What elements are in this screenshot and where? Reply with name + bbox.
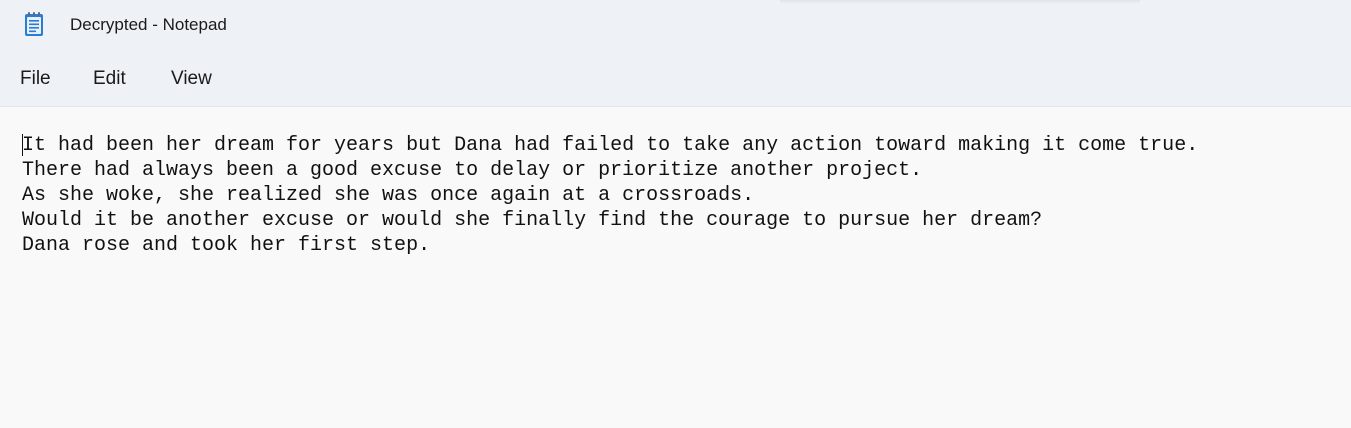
notepad-window: Decrypted - Notepad File Edit View It ha… [0, 0, 1351, 428]
title-bar[interactable]: Decrypted - Notepad [0, 0, 1351, 50]
text-line-4: Would it be another excuse or would she … [22, 209, 1043, 232]
text-line-5: Dana rose and took her first step. [22, 234, 431, 257]
menu-bar: File Edit View [0, 50, 1351, 107]
text-line-2: There had always been a good excuse to d… [22, 159, 923, 182]
menu-edit[interactable]: Edit [93, 67, 126, 91]
text-caret [22, 134, 23, 156]
text-editor[interactable]: It had been her dream for years but Dana… [0, 108, 1351, 428]
titlebar-shadow [780, 0, 1140, 4]
document-text[interactable]: It had been her dream for years but Dana… [22, 133, 1198, 258]
menu-view[interactable]: View [171, 67, 212, 91]
menu-file[interactable]: File [20, 67, 51, 91]
notepad-icon [25, 12, 43, 36]
window-title: Decrypted - Notepad [70, 15, 227, 34]
text-line-3: As she woke, she realized she was once a… [22, 184, 755, 207]
text-line-1: It had been her dream for years but Dana… [22, 134, 1199, 157]
